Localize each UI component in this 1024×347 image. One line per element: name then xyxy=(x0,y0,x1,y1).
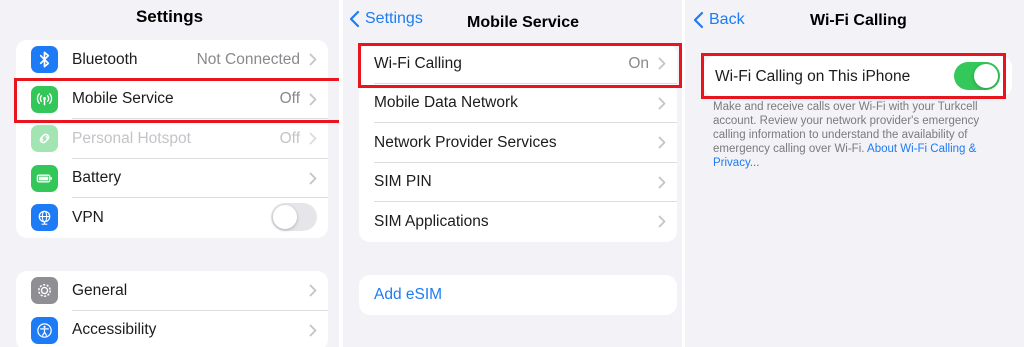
row-sim-applications[interactable]: SIM Applications xyxy=(359,202,677,242)
settings-row-battery[interactable]: Battery xyxy=(16,159,328,198)
highlight-box xyxy=(14,78,339,123)
row-label: Personal Hotspot xyxy=(72,129,191,147)
back-label: Back xyxy=(709,11,745,28)
row-label: Network Provider Services xyxy=(374,133,557,151)
back-button[interactable]: Settings xyxy=(349,10,423,28)
settings-row-bluetooth[interactable]: Bluetooth Not Connected xyxy=(16,40,328,80)
chevron-right-icon xyxy=(309,172,317,184)
nav-bar: Settings Mobile Service xyxy=(343,0,682,38)
settings-row-accessibility[interactable]: Accessibility xyxy=(16,311,328,347)
add-esim-label: Add eSIM xyxy=(374,285,443,303)
chevron-right-icon xyxy=(309,324,317,336)
settings-panel: Settings Bluetooth Not Connected Mobile … xyxy=(0,0,339,347)
row-label: Bluetooth xyxy=(72,50,138,68)
row-label: SIM Applications xyxy=(374,212,489,230)
esim-group: Add eSIM xyxy=(359,275,677,315)
row-label: Battery xyxy=(72,169,122,187)
back-label: Settings xyxy=(365,10,423,27)
row-label: VPN xyxy=(72,208,104,226)
row-network-provider-services[interactable]: Network Provider Services xyxy=(359,123,677,163)
row-label: General xyxy=(72,281,128,299)
globe-icon xyxy=(31,204,58,231)
highlight-box xyxy=(701,53,1006,99)
chevron-right-icon xyxy=(658,176,666,188)
page-title: Wi-Fi Calling xyxy=(810,12,907,29)
highlight-box xyxy=(358,43,682,88)
row-value: Not Connected xyxy=(196,50,300,68)
chevron-right-icon xyxy=(309,284,317,297)
settings-group-general: General Accessibility xyxy=(16,271,328,347)
row-label: Accessibility xyxy=(72,321,157,339)
wifi-calling-footer: Make and receive calls over Wi-Fi with y… xyxy=(713,100,1002,170)
gear-icon xyxy=(31,277,58,304)
chevron-right-icon xyxy=(309,132,317,145)
mobile-service-panel: Settings Mobile Service Wi-Fi Calling On… xyxy=(343,0,682,347)
chevron-left-icon xyxy=(693,11,704,29)
accessibility-icon xyxy=(31,316,58,344)
row-label: SIM PIN xyxy=(374,173,432,191)
settings-row-personal-hotspot[interactable]: Personal Hotspot Off xyxy=(16,119,328,159)
chevron-right-icon xyxy=(309,53,317,66)
vpn-toggle[interactable] xyxy=(271,203,317,231)
nav-bar: Settings xyxy=(0,0,339,38)
chevron-right-icon xyxy=(658,97,666,109)
bluetooth-icon xyxy=(31,46,58,73)
chevron-right-icon xyxy=(658,136,666,149)
row-label: Mobile Data Network xyxy=(374,94,518,112)
settings-row-general[interactable]: General xyxy=(16,271,328,311)
back-button[interactable]: Back xyxy=(693,11,745,29)
row-sim-pin[interactable]: SIM PIN xyxy=(359,163,677,202)
battery-icon xyxy=(31,164,58,192)
settings-group-connectivity: Bluetooth Not Connected Mobile Service O… xyxy=(16,40,328,238)
settings-row-vpn: VPN xyxy=(16,198,328,238)
page-title: Mobile Service xyxy=(467,14,580,31)
wifi-calling-panel: Back Wi-Fi Calling Wi-Fi Calling on This… xyxy=(685,0,1024,347)
row-value: Off xyxy=(279,129,300,147)
add-esim-button[interactable]: Add eSIM xyxy=(359,275,677,315)
page-title: Settings xyxy=(135,7,204,26)
hotspot-icon xyxy=(31,125,58,152)
chevron-right-icon xyxy=(658,215,666,228)
row-mobile-data-network[interactable]: Mobile Data Network xyxy=(359,84,677,123)
nav-bar: Back Wi-Fi Calling xyxy=(685,0,1024,38)
chevron-left-icon xyxy=(349,10,360,28)
